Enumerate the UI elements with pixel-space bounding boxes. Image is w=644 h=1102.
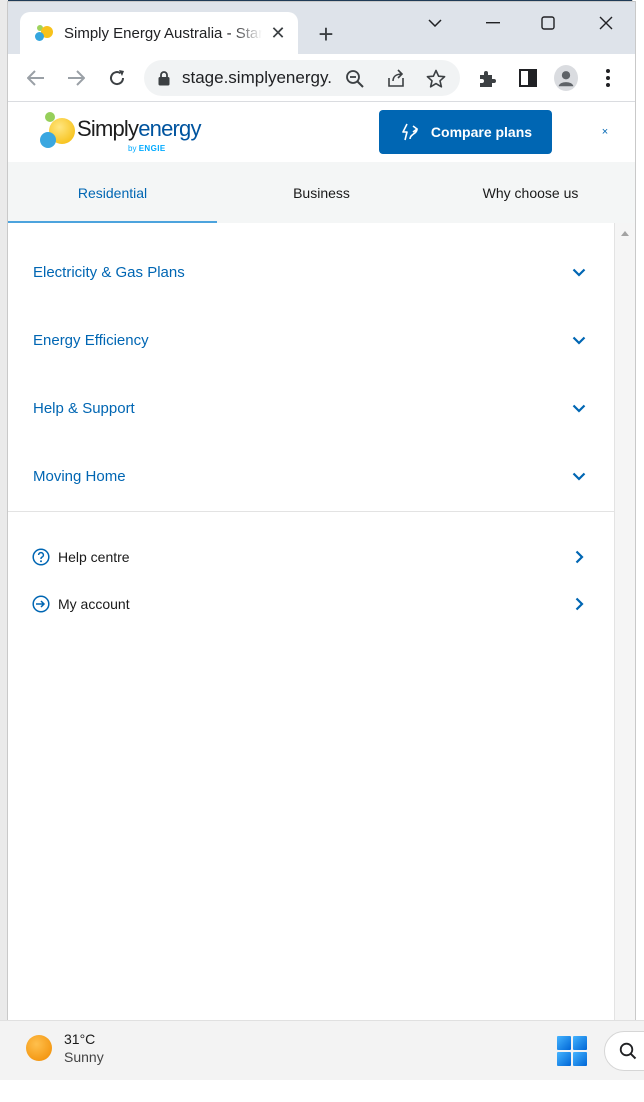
- menu-divider: [8, 511, 615, 512]
- menu-item-help-support[interactable]: Help & Support: [8, 374, 615, 442]
- primary-nav-tabs: Residential Business Why choose us: [8, 162, 635, 223]
- maximize-icon[interactable]: [528, 8, 568, 38]
- back-arrow-icon[interactable]: [22, 64, 50, 92]
- question-circle-icon: [32, 548, 50, 566]
- sign-in-icon: [32, 595, 50, 613]
- reload-icon[interactable]: [103, 64, 131, 92]
- page-scrollbar[interactable]: [615, 223, 635, 1020]
- logo-wordmark: Simplyenergy: [77, 116, 201, 141]
- weather-condition: Sunny: [64, 1049, 104, 1065]
- compare-plans-label: Compare plans: [430, 124, 533, 140]
- zoom-out-icon[interactable]: [344, 68, 366, 90]
- menu-close-icon[interactable]: ×: [599, 126, 611, 138]
- browser-toolbar: stage.simplyenergy.com.au: [8, 54, 635, 102]
- compare-plans-icon: [399, 122, 419, 142]
- tab-close-icon[interactable]: ✕: [268, 23, 288, 43]
- window-close-icon[interactable]: [586, 8, 626, 38]
- browser-titlebar: Simply Energy Australia - Start ✕ +: [8, 2, 635, 54]
- my-account-label: My account: [58, 596, 130, 612]
- address-bar[interactable]: stage.simplyenergy.com.au: [144, 60, 460, 96]
- menu-item-energy-efficiency[interactable]: Energy Efficiency: [8, 306, 615, 374]
- windows-taskbar: 31°C Sunny: [0, 1020, 644, 1080]
- chevron-right-icon: [569, 594, 589, 614]
- bookmark-star-icon[interactable]: [425, 68, 447, 90]
- taskbar-search-button[interactable]: [604, 1031, 644, 1071]
- forward-arrow-icon[interactable]: [62, 64, 90, 92]
- compare-plans-button[interactable]: Compare plans: [379, 110, 552, 154]
- background-left-strip: [0, 0, 8, 1020]
- search-icon: [619, 1042, 637, 1060]
- site-header: Simplyenergy by ENGIE Compare plans ×: [8, 102, 635, 162]
- weather-widget[interactable]: 31°C Sunny: [26, 1031, 104, 1065]
- site-favicon-icon: [34, 23, 54, 43]
- chevron-right-icon: [569, 547, 589, 567]
- menu-item-label: Help & Support: [33, 399, 135, 417]
- menu-item-label: Electricity & Gas Plans: [33, 263, 185, 281]
- mobile-menu-panel: Electricity & Gas Plans Energy Efficienc…: [8, 223, 615, 1020]
- weather-temperature: 31°C: [64, 1031, 96, 1047]
- chevron-down-icon: [569, 466, 589, 486]
- extensions-puzzle-icon[interactable]: [475, 66, 499, 90]
- tab-business[interactable]: Business: [217, 162, 426, 223]
- link-my-account[interactable]: My account: [8, 584, 615, 624]
- web-page: Simplyenergy by ENGIE Compare plans × Re…: [8, 102, 635, 1020]
- screen: Simply Energy Australia - Start ✕ + stag…: [0, 0, 644, 1102]
- scroll-up-arrow-icon[interactable]: [621, 231, 629, 236]
- new-tab-button[interactable]: +: [312, 20, 340, 48]
- tab-why-choose-us[interactable]: Why choose us: [426, 162, 635, 223]
- chevron-down-icon: [569, 330, 589, 350]
- tab-title: Simply Energy Australia - Start: [64, 24, 262, 42]
- simply-energy-logo[interactable]: Simplyenergy by ENGIE: [40, 110, 220, 156]
- lock-icon[interactable]: [158, 70, 170, 86]
- menu-item-label: Moving Home: [33, 467, 126, 485]
- tab-search-chevron-icon[interactable]: [415, 8, 455, 38]
- kebab-menu-icon[interactable]: [596, 66, 620, 90]
- link-help-centre[interactable]: Help centre: [8, 537, 615, 577]
- side-panel-icon[interactable]: [516, 66, 540, 90]
- tab-residential[interactable]: Residential: [8, 162, 217, 223]
- sun-icon: [26, 1035, 52, 1061]
- url-text[interactable]: stage.simplyenergy.com.au: [182, 68, 332, 88]
- logo-byline: by ENGIE: [128, 144, 166, 153]
- menu-item-electricity-gas-plans[interactable]: Electricity & Gas Plans: [8, 238, 615, 306]
- browser-window: Simply Energy Australia - Start ✕ + stag…: [8, 2, 635, 1020]
- help-centre-label: Help centre: [58, 549, 130, 565]
- browser-tab[interactable]: Simply Energy Australia - Start ✕: [20, 12, 298, 54]
- profile-avatar-icon[interactable]: [554, 65, 578, 91]
- share-icon[interactable]: [385, 68, 407, 90]
- windows-start-icon[interactable]: [557, 1036, 587, 1066]
- minimize-icon[interactable]: [473, 8, 513, 38]
- menu-item-moving-home[interactable]: Moving Home: [8, 442, 615, 510]
- menu-item-label: Energy Efficiency: [33, 331, 149, 349]
- screen-bottom-strip: [0, 1080, 644, 1102]
- chevron-down-icon: [569, 262, 589, 282]
- chevron-down-icon: [569, 398, 589, 418]
